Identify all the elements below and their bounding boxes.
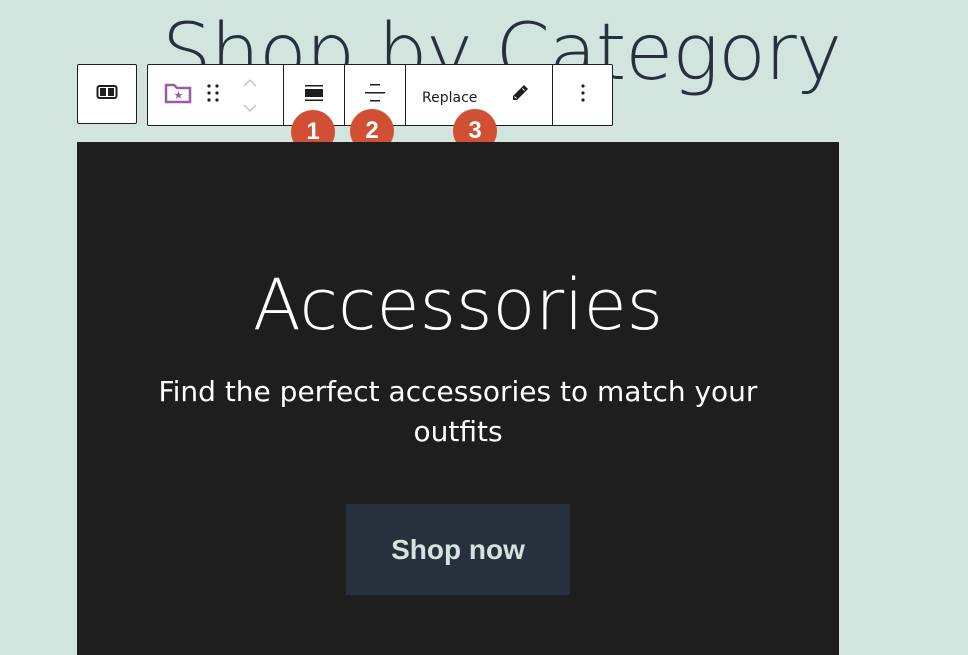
align-center-icon xyxy=(364,82,386,108)
block-mover xyxy=(242,73,258,117)
chevron-down-icon[interactable] xyxy=(242,98,258,117)
more-options-button[interactable] xyxy=(552,65,612,125)
cover-title: Accessories xyxy=(252,264,664,346)
block-type-button[interactable] xyxy=(164,81,192,109)
cover-block[interactable]: Accessories Find the perfect accessories… xyxy=(77,142,839,655)
cover-block-icon xyxy=(95,80,119,108)
replace-label: Replace xyxy=(422,90,478,106)
shop-now-button[interactable]: Shop now xyxy=(346,504,570,595)
drag-handle-icon[interactable] xyxy=(206,83,220,107)
folder-star-icon xyxy=(164,83,192,109)
pencil-icon xyxy=(510,83,530,107)
chevron-up-icon[interactable] xyxy=(242,73,258,92)
more-vertical-icon xyxy=(580,83,586,107)
cover-description: Find the perfect accessories to match yo… xyxy=(158,375,758,448)
select-parent-button[interactable] xyxy=(77,64,137,124)
align-wide-icon xyxy=(303,82,325,108)
